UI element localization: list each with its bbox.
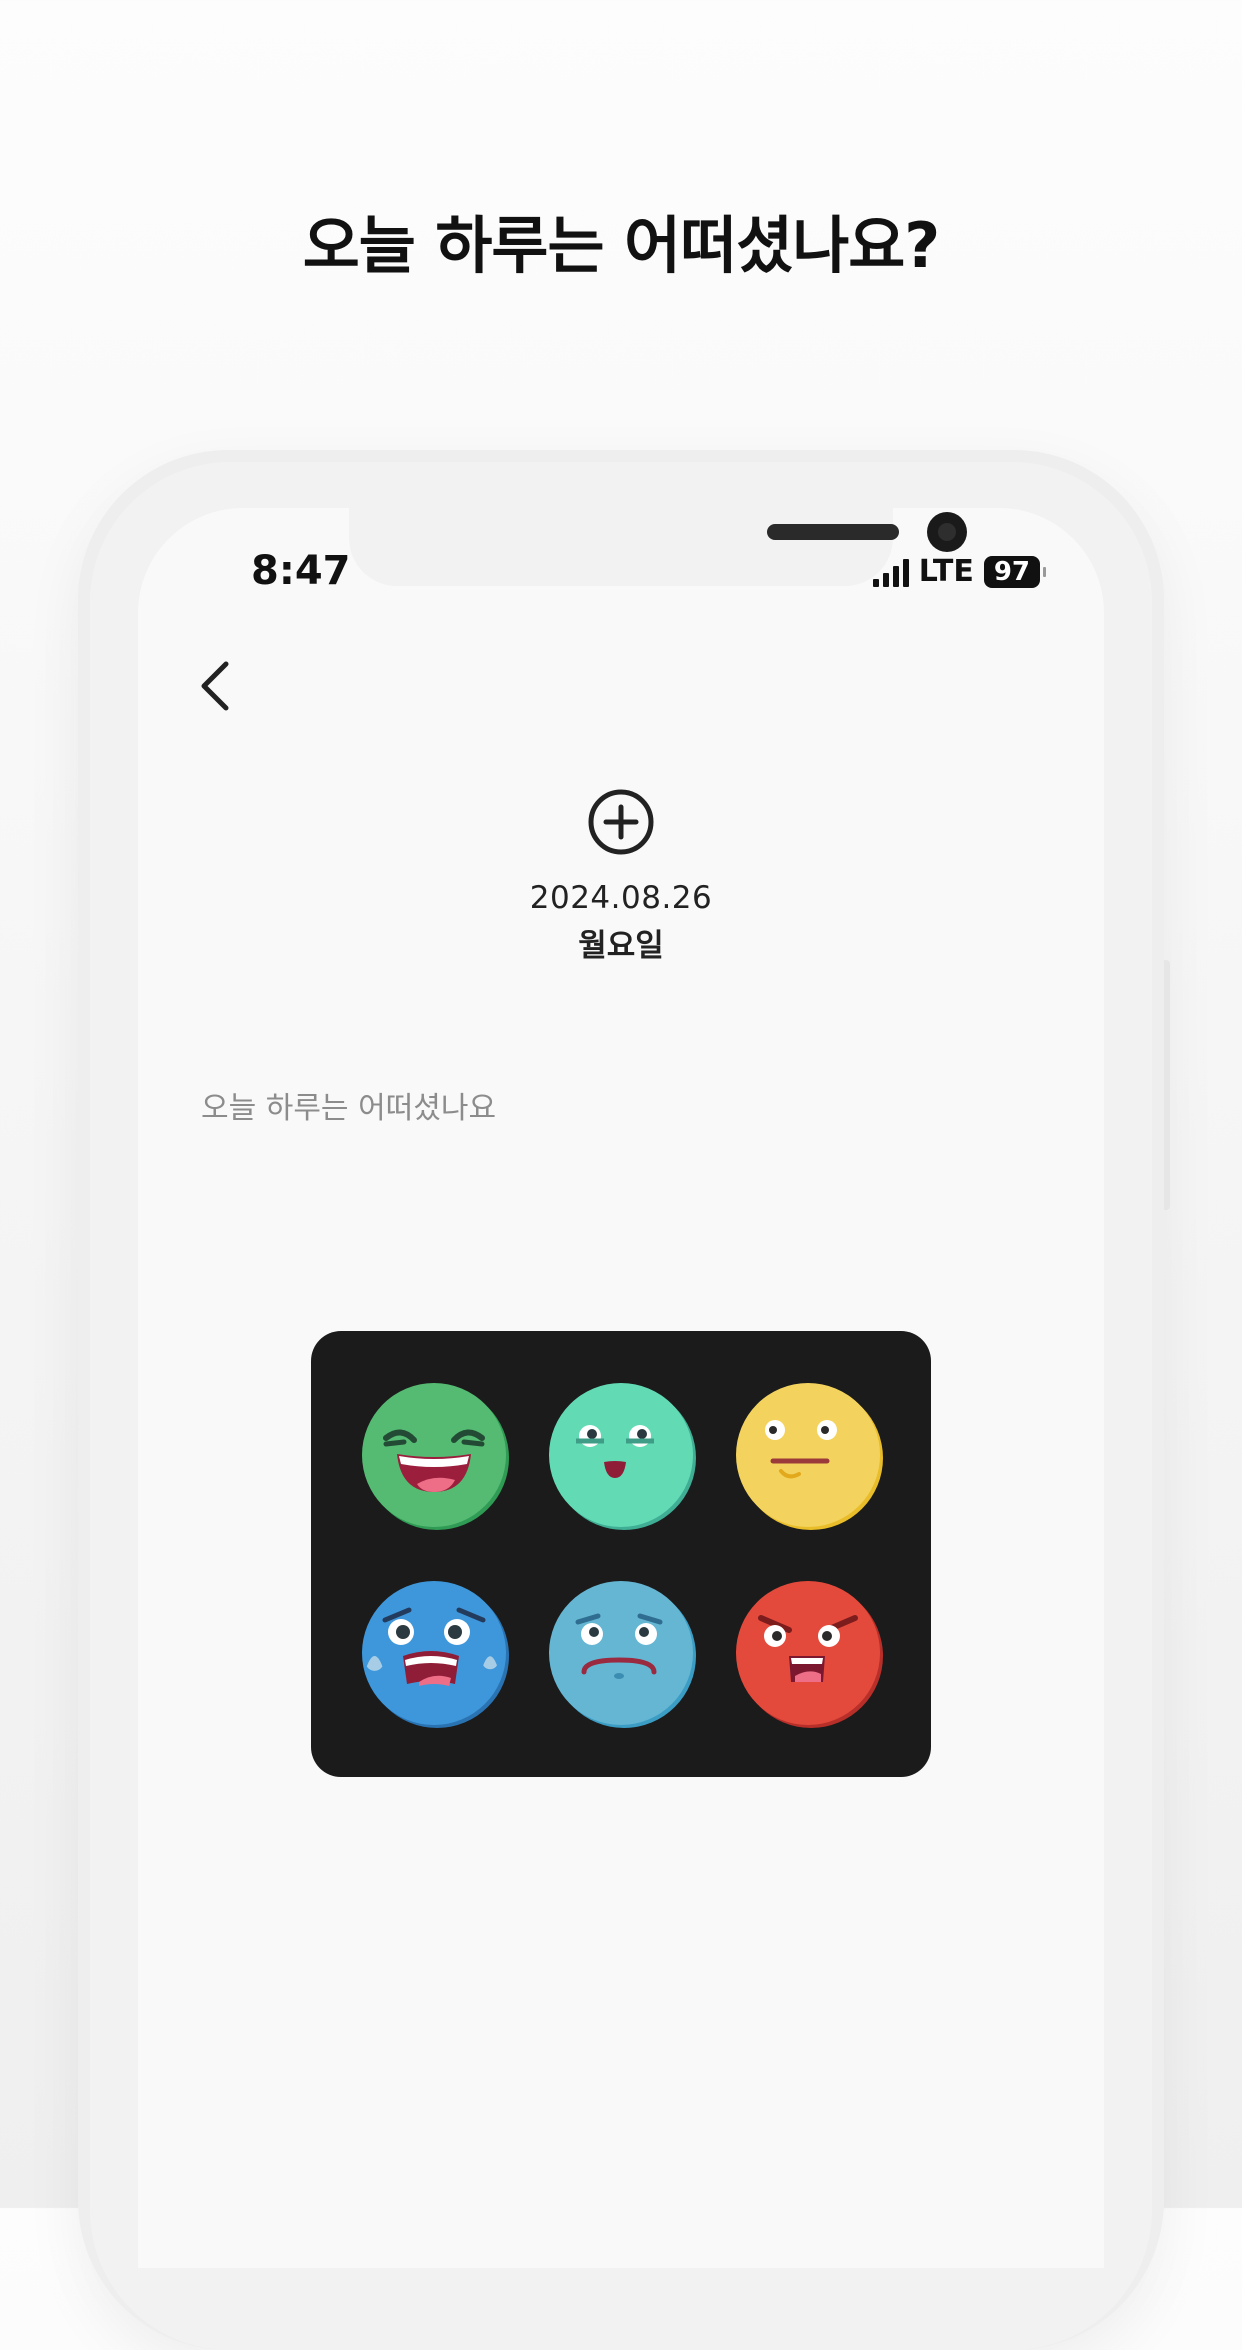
angry-face-icon[interactable] xyxy=(733,1578,883,1728)
status-time: 8:47 xyxy=(251,548,351,594)
plus-circle-icon xyxy=(588,789,654,855)
add-photo-button[interactable] xyxy=(587,788,655,856)
chevron-left-icon xyxy=(201,661,229,711)
signal-icon xyxy=(872,557,909,587)
promo-headline: 오늘 하루는 어떠셨나요? xyxy=(302,209,941,282)
battery-icon: 97 xyxy=(983,555,1047,588)
entry-weekday: 월요일 xyxy=(578,928,664,964)
crying-face-icon[interactable] xyxy=(359,1578,509,1728)
entry-date: 2024.08.26 xyxy=(529,880,713,916)
diary-text-input[interactable]: 오늘 하루는 어떠셨나요 xyxy=(201,1083,496,1127)
happy-face-icon[interactable] xyxy=(546,1380,696,1530)
neutral-face-icon[interactable] xyxy=(733,1380,883,1530)
notch xyxy=(349,508,967,586)
laughing-face-icon[interactable] xyxy=(359,1380,509,1530)
speaker-grille xyxy=(767,524,899,540)
phone-screen: 8:47 LTE 97 2024.08.26 월요일 오늘 하루는 어떠셨나요 xyxy=(138,508,1104,2268)
phone-side-button xyxy=(1164,960,1170,1210)
network-label: LTE xyxy=(918,554,974,589)
sad-face-icon[interactable] xyxy=(546,1578,696,1728)
mood-picker xyxy=(311,1331,931,1777)
front-camera xyxy=(927,512,967,552)
back-button[interactable] xyxy=(186,646,246,726)
status-indicators: LTE 97 xyxy=(872,554,1047,589)
